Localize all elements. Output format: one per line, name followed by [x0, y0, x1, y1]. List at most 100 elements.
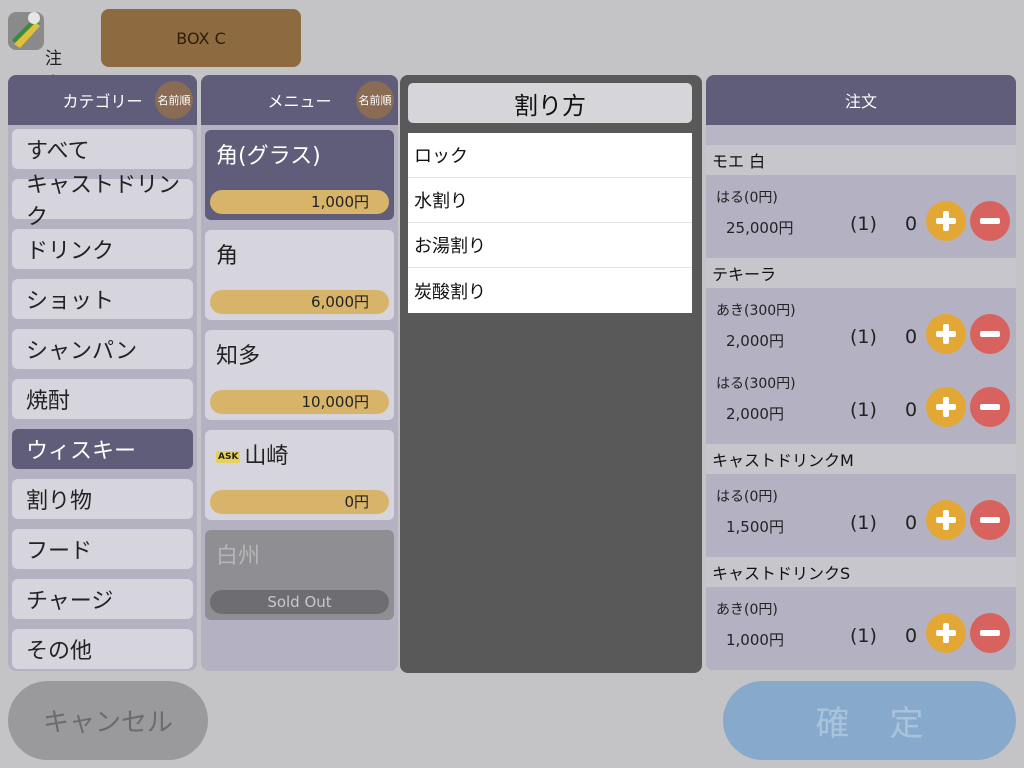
table-select-button[interactable]: BOX C: [101, 9, 301, 67]
order-row: はる(300円) 2,000円 (1) 0: [706, 361, 1016, 434]
category-item-other[interactable]: その他: [12, 629, 193, 669]
menu-sort-button[interactable]: 名前順: [356, 81, 394, 119]
category-title: カテゴリー: [62, 92, 143, 111]
order-count: 0: [905, 213, 918, 235]
category-list: すべて キャストドリンク ドリンク ショット シャンパン 焼酎 ウィスキー 割り…: [8, 125, 197, 669]
minus-icon: [980, 404, 1000, 410]
category-item-shot[interactable]: ショット: [12, 279, 193, 319]
category-item-whisky[interactable]: ウィスキー: [12, 429, 193, 469]
category-item-food[interactable]: フード: [12, 529, 193, 569]
increment-button[interactable]: [926, 201, 966, 241]
menu-item-yamazaki[interactable]: ASK 山崎 0円: [205, 430, 394, 520]
order-qty: (1): [850, 399, 877, 421]
minus-icon: [980, 331, 1000, 337]
order-count: 0: [905, 625, 918, 647]
menu-list: 角(グラス) 1,000円 角 6,000円 知多 10,000円 ASK 山崎 …: [201, 125, 398, 620]
order-group-title: キャストドリンクS: [706, 557, 1016, 587]
order-staff: あき(300円): [716, 303, 796, 319]
menu-header: メニュー 名前順: [201, 75, 398, 125]
order-header: 注文: [706, 75, 1016, 125]
split-option-water[interactable]: 水割り: [408, 178, 692, 223]
menu-item-price: 0円: [210, 490, 389, 514]
category-item-charge[interactable]: チャージ: [12, 579, 193, 619]
decrement-button[interactable]: [970, 613, 1010, 653]
category-item-mixer[interactable]: 割り物: [12, 479, 193, 519]
order-list-spacer: [706, 125, 1016, 145]
ask-badge: ASK: [216, 451, 241, 463]
category-item-drink[interactable]: ドリンク: [12, 229, 193, 269]
order-row: あき(300円) 2,000円 (1) 0: [706, 288, 1016, 361]
order-group: あき(0円) 1,000円 (1) 0: [706, 587, 1016, 670]
confirm-button[interactable]: 確定: [723, 681, 1016, 760]
minus-icon: [980, 630, 1000, 636]
increment-button[interactable]: [926, 314, 966, 354]
decrement-button[interactable]: [970, 314, 1010, 354]
increment-button[interactable]: [926, 613, 966, 653]
menu-item-name: 山崎: [244, 444, 289, 469]
order-count: 0: [905, 399, 918, 421]
order-title: 注文: [844, 92, 877, 111]
plus-icon: [936, 211, 956, 231]
order-qty: (1): [850, 625, 877, 647]
category-sort-button[interactable]: 名前順: [155, 81, 193, 119]
plus-icon: [936, 623, 956, 643]
decrement-button[interactable]: [970, 201, 1010, 241]
split-option-hot-water[interactable]: お湯割り: [408, 223, 692, 268]
plus-icon: [936, 510, 956, 530]
category-item-champagne[interactable]: シャンパン: [12, 329, 193, 369]
order-amount: 1,500円: [726, 518, 784, 536]
split-method-list: ロック 水割り お湯割り 炭酸割り: [408, 133, 692, 313]
app-logo-icon: [8, 12, 44, 50]
order-staff: あき(0円): [716, 602, 778, 618]
menu-item-name: 角(グラス): [216, 144, 321, 169]
order-count: 0: [905, 512, 918, 534]
menu-item-chita[interactable]: 知多 10,000円: [205, 330, 394, 420]
order-qty: (1): [850, 512, 877, 534]
split-option-soda[interactable]: 炭酸割り: [408, 268, 692, 313]
split-method-panel: 割り方 ロック 水割り お湯割り 炭酸割り: [400, 75, 702, 673]
menu-item-price: 10,000円: [210, 390, 389, 414]
menu-item-name: 白州: [216, 544, 261, 569]
menu-item-price: 1,000円: [210, 190, 389, 214]
order-panel: 注文 モエ 白 はる(0円) 25,000円 (1) 0 テキーラ あき(300…: [706, 75, 1016, 671]
menu-item-price: 6,000円: [210, 290, 389, 314]
category-header: カテゴリー 名前順: [8, 75, 197, 125]
decrement-button[interactable]: [970, 387, 1010, 427]
split-option-rock[interactable]: ロック: [408, 133, 692, 178]
order-row: あき(0円) 1,000円 (1) 0: [706, 587, 1016, 660]
increment-button[interactable]: [926, 500, 966, 540]
menu-item-kaku-glass[interactable]: 角(グラス) 1,000円: [205, 130, 394, 220]
order-amount: 25,000円: [726, 219, 794, 237]
order-qty: (1): [850, 213, 877, 235]
order-row: はる(0円) 25,000円 (1) 0: [706, 175, 1016, 248]
order-list[interactable]: モエ 白 はる(0円) 25,000円 (1) 0 テキーラ あき(300円) …: [706, 125, 1016, 671]
menu-title: メニュー: [267, 92, 332, 111]
order-group-title: テキーラ: [706, 258, 1016, 288]
menu-item-name: 角: [216, 244, 239, 269]
order-qty: (1): [850, 326, 877, 348]
category-item-all[interactable]: すべて: [12, 129, 193, 169]
menu-item-name: 知多: [216, 344, 261, 369]
split-method-title: 割り方: [408, 83, 692, 123]
order-staff: はる(0円): [716, 190, 778, 206]
cancel-button[interactable]: キャンセル: [8, 681, 208, 760]
order-app-button[interactable]: 注文: [8, 10, 68, 94]
plus-icon: [936, 397, 956, 417]
menu-item-kaku[interactable]: 角 6,000円: [205, 230, 394, 320]
category-item-cast-drink[interactable]: キャストドリンク: [12, 173, 193, 230]
order-staff: はる(300円): [716, 376, 796, 392]
increment-button[interactable]: [926, 387, 966, 427]
category-item-shochu[interactable]: 焼酎: [12, 379, 193, 419]
order-group-title: モエ 白: [706, 145, 1016, 175]
minus-icon: [980, 218, 1000, 224]
menu-panel: メニュー 名前順 角(グラス) 1,000円 角 6,000円 知多 10,00…: [201, 75, 398, 671]
order-amount: 2,000円: [726, 405, 784, 423]
order-group: はる(0円) 1,500円 (1) 0: [706, 474, 1016, 557]
order-amount: 1,000円: [726, 631, 784, 649]
order-row: はる(0円) 1,500円 (1) 0: [706, 474, 1016, 547]
decrement-button[interactable]: [970, 500, 1010, 540]
minus-icon: [980, 517, 1000, 523]
order-group-title: キャストドリンクM: [706, 444, 1016, 474]
category-panel: カテゴリー 名前順 すべて キャストドリンク ドリンク ショット シャンパン 焼…: [8, 75, 197, 671]
order-staff: はる(0円): [716, 489, 778, 505]
